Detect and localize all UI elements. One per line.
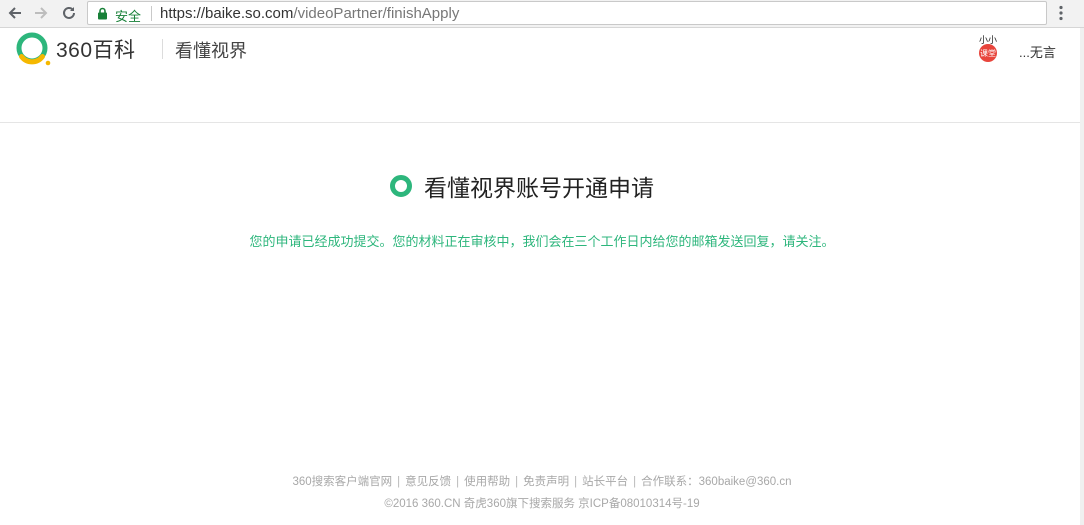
address-bar[interactable]: 安全 https://baike.so.com/videoPartner/fin… xyxy=(87,1,1047,25)
footer-separator: | xyxy=(515,476,519,488)
footer-link-client[interactable]: 360搜索客户端官网 xyxy=(292,476,392,488)
user-name[interactable]: ...无言 xyxy=(1019,42,1056,61)
success-message: 您的申请已经成功提交。您的材料正在审核中，我们会在三个工作日内给您的邮箱发送回复… xyxy=(249,234,835,249)
360baike-logo-icon[interactable] xyxy=(15,31,51,67)
lock-icon xyxy=(98,7,107,20)
url-text[interactable]: https://baike.so.com/videoPartner/finish… xyxy=(160,5,459,22)
section-title[interactable]: 看懂视界 xyxy=(175,37,247,63)
ring-icon xyxy=(390,175,412,197)
back-arrow-icon xyxy=(8,7,21,19)
footer-separator: | xyxy=(574,476,578,488)
page-title: 看懂视界账号开通申请 xyxy=(424,175,654,201)
url-divider xyxy=(151,6,152,21)
reload-icon xyxy=(63,6,75,19)
avatar-text-top: 小小 xyxy=(979,35,997,46)
secure-label: 安全 xyxy=(115,9,142,24)
page-heading: 看懂视界账号开通申请 xyxy=(389,172,654,201)
forward-arrow-icon xyxy=(35,7,48,19)
footer-copyright: ©2016 360.CN 奇虎360旗下搜索服务 京ICP备08010314号-… xyxy=(384,498,700,510)
logo-text[interactable]: 360百科 xyxy=(56,34,136,64)
header-divider xyxy=(162,39,163,59)
browser-toolbar: 安全 https://baike.so.com/videoPartner/fin… xyxy=(0,0,1084,28)
avatar[interactable]: 小小 课堂 xyxy=(974,31,1002,63)
footer-links: 360搜索客户端官网 | 意见反馈 | 使用帮助 | 免责声明 | 站长平台 | 合作联系：360b… xyxy=(0,473,1084,489)
avatar-text-bottom: 课堂 xyxy=(980,48,996,58)
forward-button[interactable] xyxy=(31,3,51,23)
back-button[interactable] xyxy=(5,3,25,23)
footer-link-help[interactable]: 使用帮助 xyxy=(464,476,510,488)
footer-link-feedback[interactable]: 意见反馈 xyxy=(405,476,451,488)
url-host: https://baike.so.com xyxy=(160,5,294,22)
footer-separator: | xyxy=(456,476,460,488)
avatar-image: 小小 课堂 xyxy=(974,31,1002,63)
footer-link-contact[interactable]: 合作联系：360baike@360.cn xyxy=(641,476,791,488)
footer-separator: | xyxy=(397,476,401,488)
reload-button[interactable] xyxy=(59,3,79,23)
browser-menu-icon[interactable] xyxy=(1058,5,1064,21)
footer-link-webmaster[interactable]: 站长平台 xyxy=(582,476,628,488)
url-path: /videoPartner/finishApply xyxy=(293,5,460,22)
footer-link-disclaimer[interactable]: 免责声明 xyxy=(523,476,569,488)
scrollbar[interactable] xyxy=(1080,28,1084,525)
footer-separator: | xyxy=(633,476,637,488)
